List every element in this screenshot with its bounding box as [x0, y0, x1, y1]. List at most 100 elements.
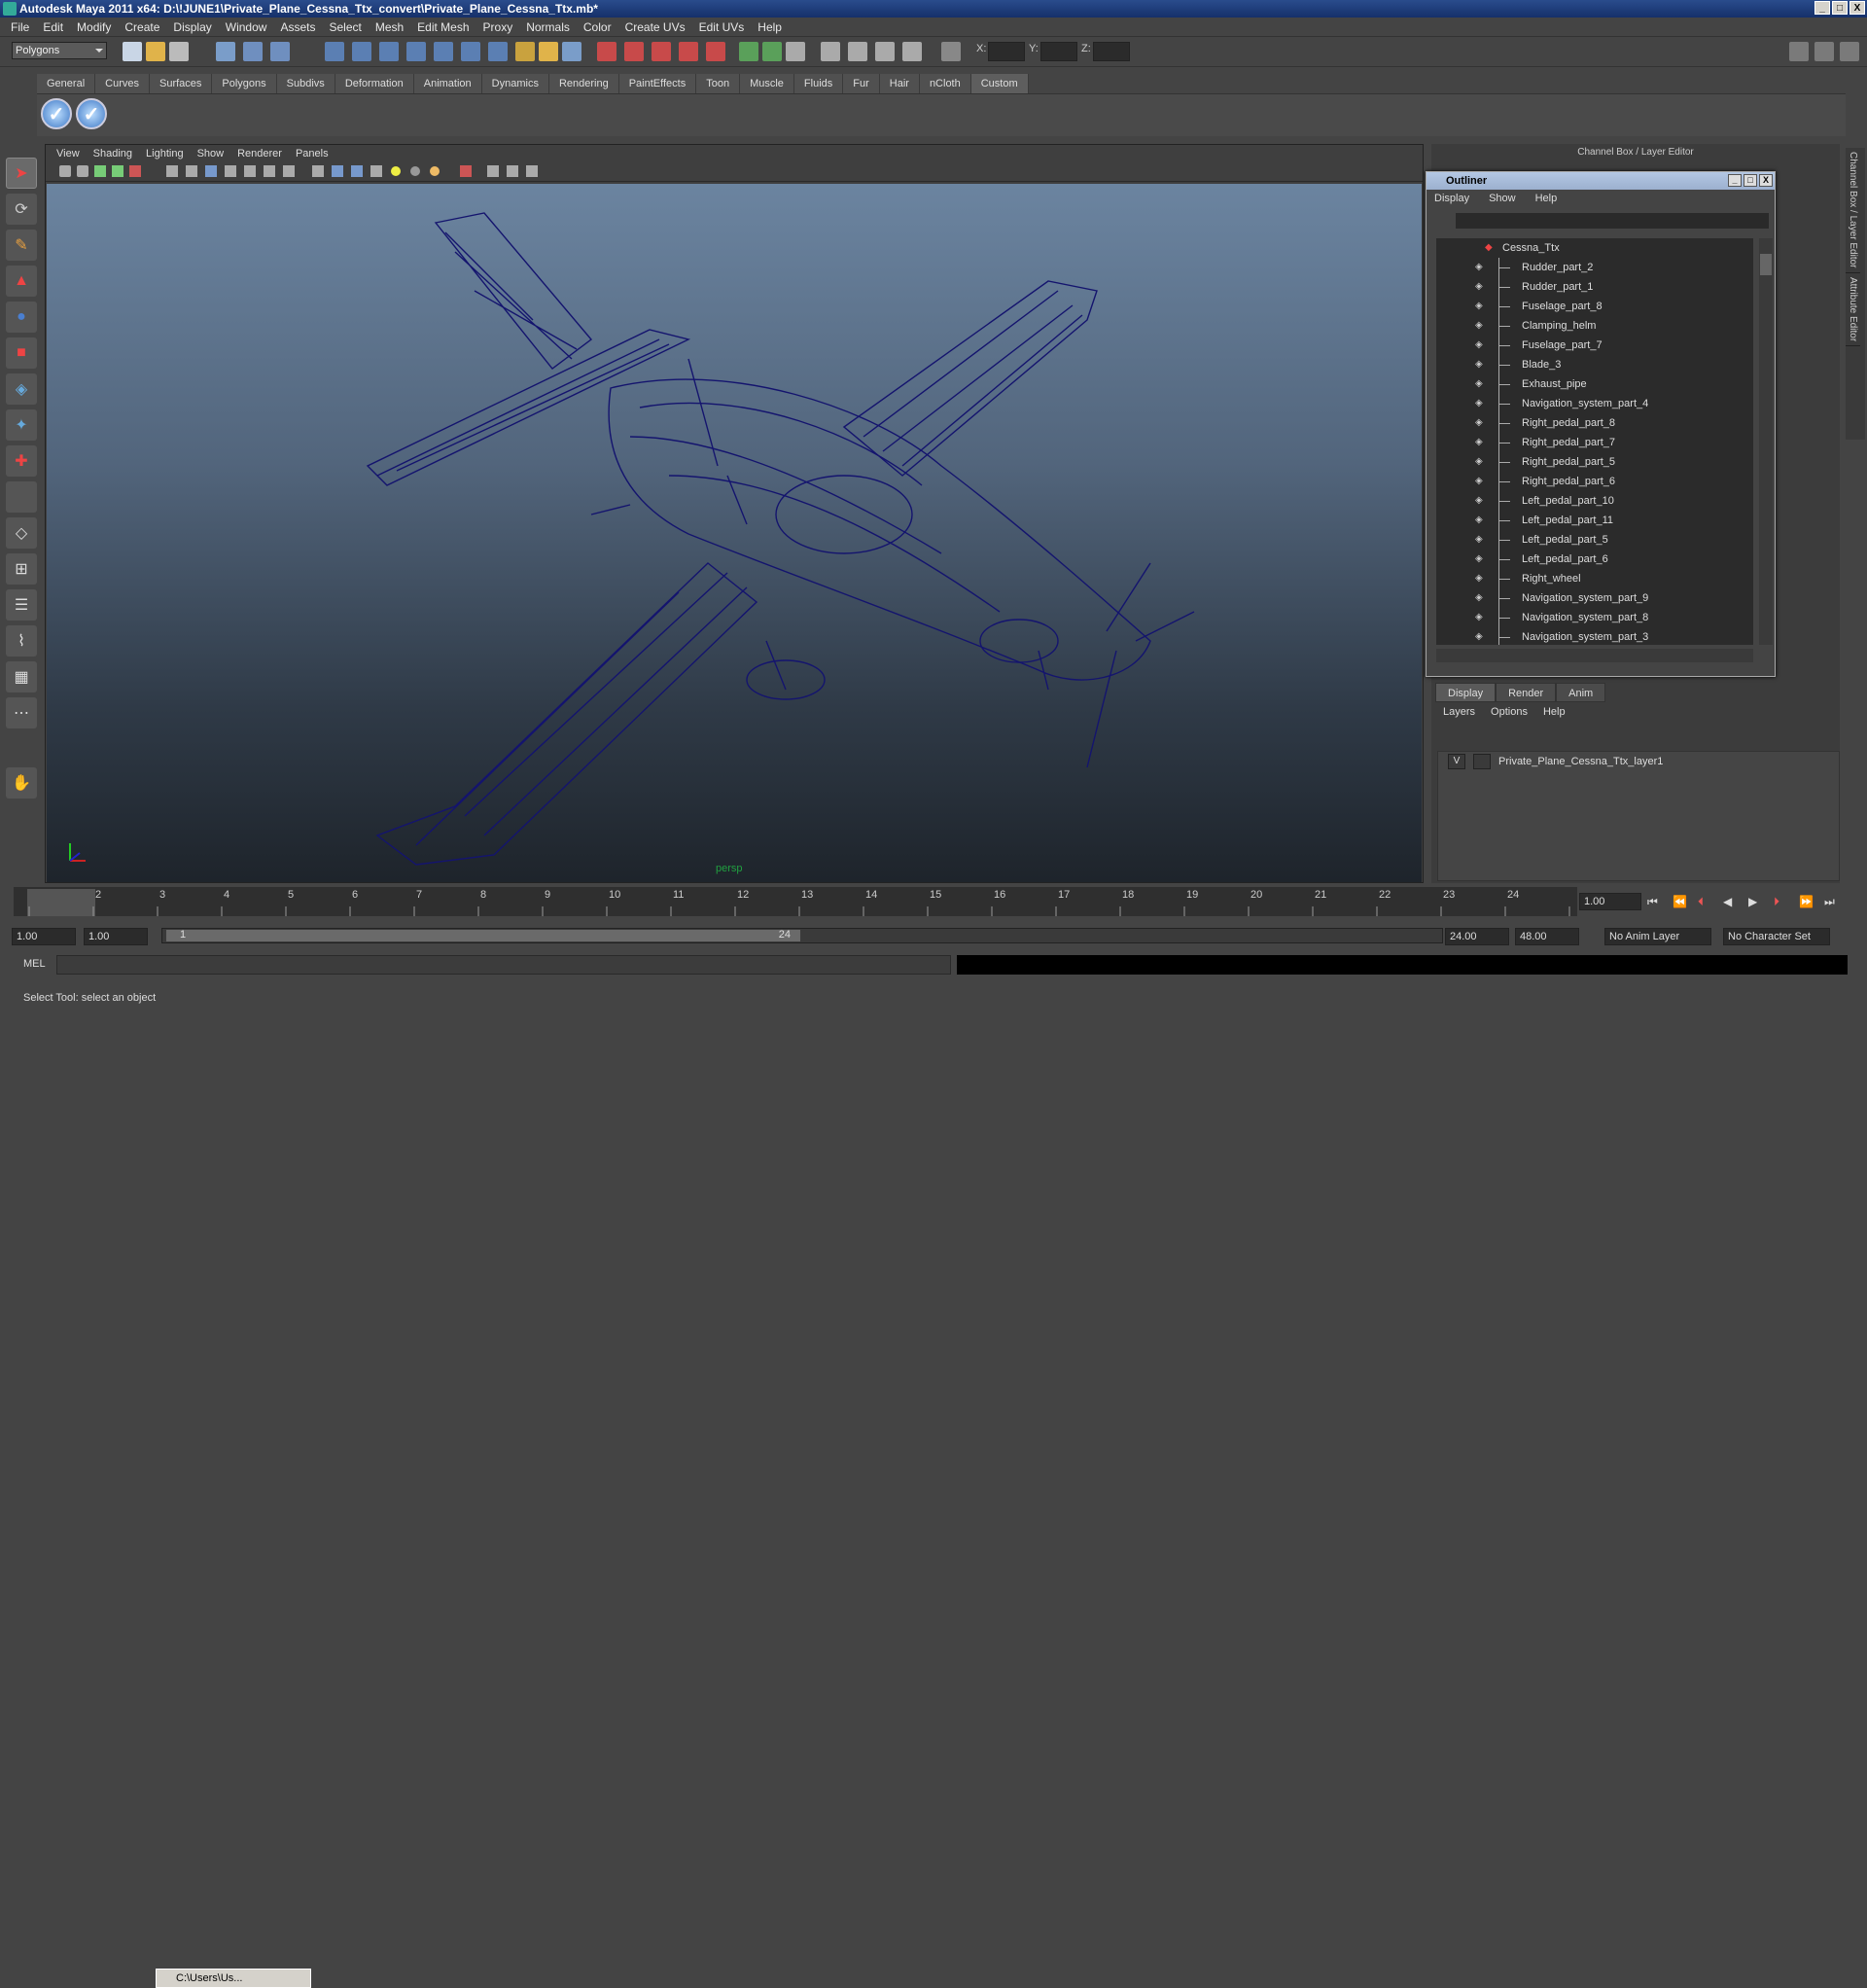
minimize-button[interactable]: _	[1814, 1, 1830, 15]
pick-joints-icon[interactable]	[379, 42, 399, 61]
outliner-item[interactable]: ◈ Navigation_system_part_3	[1436, 627, 1753, 645]
shelf-tab-polygons[interactable]: Polygons	[212, 74, 277, 93]
outliner-item[interactable]: ◈ Fuselage_part_8	[1436, 297, 1753, 316]
hypershade-layout-icon[interactable]: ▦	[6, 661, 37, 692]
menu-assets[interactable]: Assets	[273, 20, 322, 34]
select-hierarchy-icon[interactable]	[216, 42, 235, 61]
x-field[interactable]	[988, 42, 1025, 61]
menu-file[interactable]: File	[4, 20, 36, 34]
move-tool-icon[interactable]: ▲	[6, 266, 37, 297]
show-tool-settings-icon[interactable]	[1814, 42, 1834, 61]
range-slider-handle[interactable]: 1 24	[166, 929, 800, 941]
shelf-tab-curves[interactable]: Curves	[95, 74, 150, 93]
menu-modify[interactable]: Modify	[70, 20, 118, 34]
shelf-tab-animation[interactable]: Animation	[413, 74, 482, 93]
step-forward-key-icon[interactable]: ⏵	[1774, 895, 1787, 908]
shelf-tab-fluids[interactable]: Fluids	[793, 74, 844, 93]
ipr-render-icon[interactable]	[875, 42, 895, 61]
outliner-item[interactable]: ◈ Left_pedal_part_6	[1436, 550, 1753, 569]
outliner-vertical-scrollbar[interactable]	[1759, 238, 1773, 645]
four-view-layout-icon[interactable]: ⊞	[6, 553, 37, 585]
maximize-button[interactable]: □	[1832, 1, 1848, 15]
pick-curves-icon[interactable]	[406, 42, 426, 61]
shelf-tab-ncloth[interactable]: nCloth	[919, 74, 971, 93]
shelf-tab-custom[interactable]: Custom	[970, 74, 1029, 93]
outliner-item[interactable]: ◈ Rudder_part_1	[1436, 277, 1753, 297]
layer-tab-display[interactable]: Display	[1435, 683, 1497, 702]
render-settings-icon[interactable]	[902, 42, 922, 61]
outliner-item[interactable]: ◈ Navigation_system_part_9	[1436, 588, 1753, 608]
manipulator-tool-icon[interactable]: ◈	[6, 373, 37, 405]
shelf-tab-painteffects[interactable]: PaintEffects	[618, 74, 697, 93]
history-input-icon[interactable]	[739, 42, 758, 61]
menu-normals[interactable]: Normals	[519, 20, 577, 34]
y-field[interactable]	[1040, 42, 1077, 61]
outliner-item-root[interactable]: ◆ Cessna_Ttx	[1436, 238, 1753, 258]
outliner-item[interactable]: ◈ Left_pedal_part_5	[1436, 530, 1753, 550]
pick-surfaces-icon[interactable]	[434, 42, 453, 61]
outliner-filter-input[interactable]	[1456, 213, 1769, 229]
input-field-mode-icon[interactable]	[941, 42, 961, 61]
z-field[interactable]	[1093, 42, 1130, 61]
outliner-item[interactable]: ◈ Right_pedal_part_7	[1436, 433, 1753, 452]
shelf-tab-rendering[interactable]: Rendering	[548, 74, 619, 93]
construction-history-icon[interactable]	[786, 42, 805, 61]
scrollbar-thumb[interactable]	[1760, 254, 1772, 275]
anim-layer-dropdown[interactable]: No Anim Layer	[1604, 928, 1711, 945]
show-manipulator-icon[interactable]: ✚	[6, 445, 37, 477]
viewport-menu-renderer[interactable]: Renderer	[230, 148, 289, 160]
snap-curve-icon[interactable]	[624, 42, 644, 61]
layer-row[interactable]: V Private_Plane_Cessna_Ttx_layer1	[1438, 752, 1839, 771]
pick-deformations-icon[interactable]	[461, 42, 480, 61]
current-frame-field[interactable]: 1.00	[1579, 893, 1641, 910]
layer-menu-help[interactable]: Help	[1543, 706, 1566, 718]
side-tab-attribute-editor[interactable]: Attribute Editor	[1846, 273, 1860, 346]
pick-mask-icon[interactable]	[325, 42, 344, 61]
menu-edit[interactable]: Edit	[36, 20, 70, 34]
viewport-toolbar-icons[interactable]	[46, 162, 590, 182]
script-editor-taskbar-button[interactable]: C:\Users\Us...	[156, 1969, 311, 1988]
menu-window[interactable]: Window	[219, 20, 274, 34]
select-component-icon[interactable]	[270, 42, 290, 61]
outliner-item[interactable]: ◈ Navigation_system_part_4	[1436, 394, 1753, 413]
command-input[interactable]	[56, 955, 951, 975]
shelf-tab-surfaces[interactable]: Surfaces	[149, 74, 213, 93]
outliner-item[interactable]: ◈ Fuselage_part_7	[1436, 336, 1753, 355]
menu-create[interactable]: Create	[118, 20, 166, 34]
shelf-tab-hair[interactable]: Hair	[879, 74, 920, 93]
shelf-tab-fur[interactable]: Fur	[843, 74, 880, 93]
menu-display[interactable]: Display	[166, 20, 218, 34]
scale-tool-icon[interactable]: ■	[6, 337, 37, 369]
highlight-selection-icon[interactable]	[562, 42, 581, 61]
viewport-canvas[interactable]: persp	[47, 184, 1422, 882]
history-output-icon[interactable]	[762, 42, 782, 61]
command-language-label[interactable]: MEL	[23, 958, 46, 970]
step-back-icon[interactable]: ⏪	[1673, 895, 1687, 908]
outliner-item[interactable]: ◈ Navigation_system_part_8	[1436, 608, 1753, 627]
layer-visibility-toggle[interactable]: V	[1448, 754, 1465, 769]
animation-start-field[interactable]: 1.00	[84, 928, 148, 945]
make-live-icon[interactable]	[706, 42, 725, 61]
single-perspective-layout-icon[interactable]: ◇	[6, 517, 37, 549]
render-view-icon[interactable]	[821, 42, 840, 61]
layer-tab-render[interactable]: Render	[1496, 683, 1557, 702]
shelf-check-button-1[interactable]: ✓	[41, 98, 72, 129]
range-slider[interactable]: 1 24	[161, 928, 1443, 943]
outliner-menu-help[interactable]: Help	[1535, 193, 1577, 204]
shelf-tab-toon[interactable]: Toon	[696, 74, 741, 93]
layer-type-toggle[interactable]	[1473, 754, 1491, 769]
soft-mod-tool-icon[interactable]: ✦	[6, 409, 37, 441]
go-to-end-icon[interactable]: ⏭	[1824, 895, 1838, 908]
pick-rendering-icon[interactable]	[515, 42, 535, 61]
lasso-tool-icon[interactable]: ⟳	[6, 194, 37, 225]
outliner-maximize-button[interactable]: □	[1744, 174, 1757, 187]
menu-edit-mesh[interactable]: Edit Mesh	[410, 20, 476, 34]
outliner-menu-show[interactable]: Show	[1489, 193, 1535, 204]
menu-mesh[interactable]: Mesh	[369, 20, 410, 34]
step-forward-icon[interactable]: ⏩	[1799, 895, 1814, 908]
snap-view-plane-icon[interactable]	[679, 42, 698, 61]
open-scene-icon[interactable]	[146, 42, 165, 61]
layer-menu-options[interactable]: Options	[1491, 706, 1528, 718]
quick-layout-icon[interactable]: ✋	[6, 767, 37, 799]
viewport-menu-lighting[interactable]: Lighting	[139, 148, 191, 160]
